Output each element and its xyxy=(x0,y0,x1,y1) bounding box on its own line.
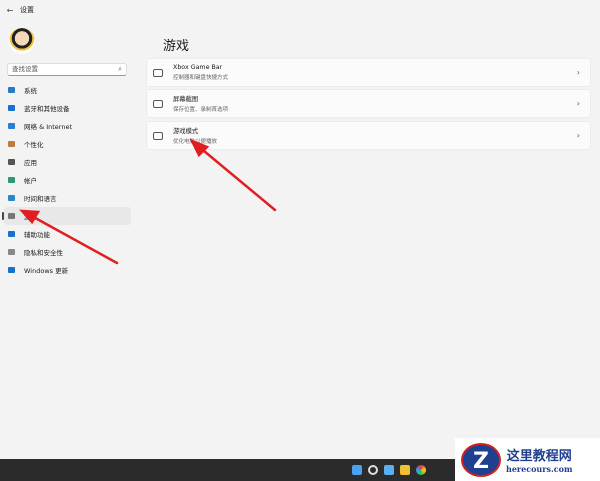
sidebar-nav: 系统蓝牙和其他设备 网络 & Internet 个性化应用帐户时间和语言游戏辅助功能… xyxy=(2,81,131,279)
card-icon xyxy=(153,131,163,140)
sidebar-item-4[interactable]: 应用 xyxy=(4,153,131,171)
nav-icon xyxy=(8,105,15,111)
nav-icon xyxy=(8,267,15,273)
sidebar-item-5[interactable]: 帐户 xyxy=(4,171,131,189)
settings-card-2[interactable]: 游戏模式优化电脑以便播放 › xyxy=(146,121,591,150)
card-icon xyxy=(153,68,163,77)
page-title: 游戏 xyxy=(163,39,190,54)
card-title: Xbox Game Bar xyxy=(173,64,223,71)
nav-icon xyxy=(8,141,15,147)
sidebar-item-label: 蓝牙和其他设备 xyxy=(24,105,70,113)
nav-icon xyxy=(8,123,15,129)
search-icon: ⌕ xyxy=(118,65,122,73)
nav-icon xyxy=(8,159,15,165)
card-subtitle: 控制器和键盘快捷方式 xyxy=(173,75,229,81)
watermark: Z 这里教程网 herecours.com xyxy=(455,438,600,481)
settings-card-1[interactable]: 屏幕截图保存位置、录制首选项 › xyxy=(146,89,591,118)
sidebar-item-2[interactable]: 网络 & Internet xyxy=(4,117,131,135)
watermark-url: herecours.com xyxy=(506,464,573,474)
nav-icon xyxy=(8,231,15,237)
arrow-to-game-mode xyxy=(196,144,277,212)
sidebar-item-label: Windows 更新 xyxy=(24,267,69,275)
sidebar-item-10[interactable]: Windows 更新 xyxy=(4,261,131,279)
sidebar-item-0[interactable]: 系统 xyxy=(4,81,131,99)
nav-icon xyxy=(8,87,15,93)
sidebar-item-label: 时间和语言 xyxy=(24,195,57,203)
widgets-icon[interactable] xyxy=(384,465,394,475)
search-icon[interactable] xyxy=(368,465,378,475)
sidebar-item-label: 个性化 xyxy=(24,141,44,149)
sidebar-item-9[interactable]: 隐私和安全性 xyxy=(4,243,131,261)
sidebar-item-label: 帐户 xyxy=(24,177,37,185)
chevron-right-icon: › xyxy=(576,131,580,140)
nav-icon xyxy=(8,177,15,183)
sidebar-item-6[interactable]: 时间和语言 xyxy=(4,189,131,207)
sidebar-item-label: 系统 xyxy=(24,87,37,95)
search-input[interactable]: 查找设置 ⌕ xyxy=(7,63,127,76)
chevron-right-icon: › xyxy=(576,99,580,108)
nav-icon xyxy=(8,249,15,255)
sidebar-item-8[interactable]: 辅助功能 xyxy=(4,225,131,243)
watermark-logo: Z xyxy=(461,442,501,477)
sidebar-item-label: 游戏 xyxy=(24,213,37,221)
settings-card-0[interactable]: Xbox Game Bar 控制器和键盘快捷方式 › xyxy=(146,58,591,87)
nav-icon xyxy=(8,195,15,201)
back-icon[interactable]: ← xyxy=(0,6,20,15)
sidebar-item-label: 应用 xyxy=(24,159,37,167)
start-icon[interactable] xyxy=(352,465,362,475)
file-explorer-icon[interactable] xyxy=(400,465,410,475)
card-title: 屏幕截图 xyxy=(173,96,199,103)
sidebar-item-label: 网络 & Internet xyxy=(24,123,73,131)
search-placeholder: 查找设置 xyxy=(12,65,38,73)
sidebar-item-label: 隐私和安全性 xyxy=(24,249,63,257)
chevron-right-icon: › xyxy=(576,68,580,77)
nav-icon xyxy=(8,213,15,219)
card-subtitle: 保存位置、录制首选项 xyxy=(173,107,229,113)
card-icon xyxy=(153,99,163,108)
title-bar: ← 设置 xyxy=(0,0,600,20)
card-subtitle: 优化电脑以便播放 xyxy=(173,139,218,145)
sidebar-item-1[interactable]: 蓝牙和其他设备 xyxy=(4,99,131,117)
window-title: 设置 xyxy=(20,6,34,14)
browser-icon[interactable] xyxy=(416,465,426,475)
sidebar-item-label: 辅助功能 xyxy=(24,231,50,239)
avatar[interactable] xyxy=(9,28,35,54)
sidebar-item-7[interactable]: 游戏 xyxy=(2,207,131,225)
sidebar-item-3[interactable]: 个性化 xyxy=(4,135,131,153)
watermark-name: 这里教程网 xyxy=(506,449,572,464)
card-title: 游戏模式 xyxy=(173,128,199,135)
